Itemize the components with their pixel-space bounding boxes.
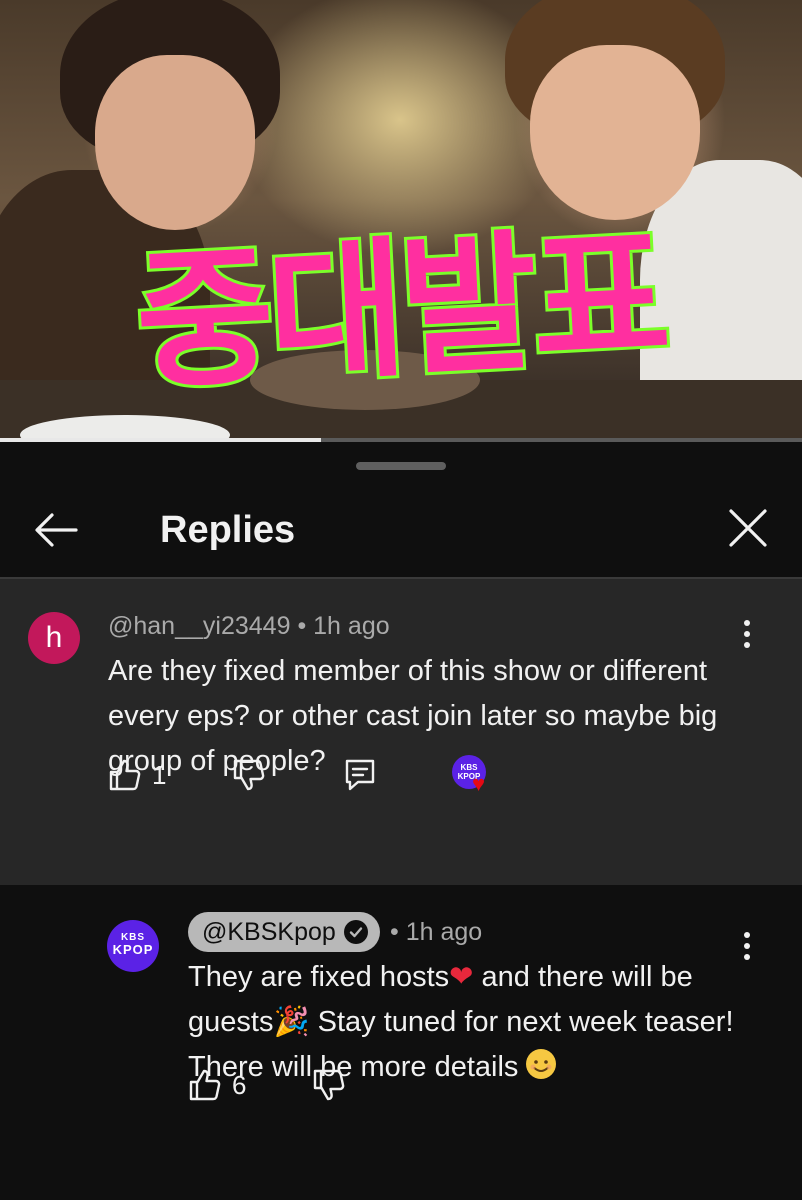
video-person-left-face	[95, 55, 255, 230]
close-button[interactable]	[720, 500, 776, 556]
reply-author: @KBSKpop	[202, 917, 336, 946]
heart-emoji-icon: ❤	[449, 961, 474, 993]
thumb-down-icon	[234, 759, 265, 791]
like-button[interactable]	[108, 758, 142, 792]
thumb-up-icon	[189, 1069, 221, 1101]
channel-author-chip[interactable]: @KBSKpop	[188, 912, 380, 952]
video-person-right-face	[530, 45, 700, 220]
video-overlay-title: 중대발표	[129, 206, 671, 413]
thumb-up-icon	[109, 759, 141, 791]
reply-actions: 6	[188, 1065, 346, 1105]
like-count: 1	[152, 759, 167, 790]
more-vert-icon	[744, 932, 750, 938]
close-icon	[729, 509, 767, 547]
smiling-face-emoji-icon	[526, 1049, 557, 1079]
creator-heart-badge: KBS KPOP ♥	[452, 755, 496, 799]
sheet-drag-handle[interactable]	[356, 462, 446, 470]
comment-meta: @han__yi23449 • 1h ago	[108, 609, 390, 643]
reply-meta: • 1h ago	[390, 915, 482, 949]
dislike-button[interactable]	[312, 1068, 346, 1102]
avatar-line1: KBS	[120, 932, 146, 943]
replies-sheet: Replies h @han__yi23449 • 1h ago Are the…	[0, 442, 802, 1200]
more-vert-dot	[744, 631, 750, 637]
video-player[interactable]: 중대발표	[0, 0, 802, 442]
sheet-title: Replies	[160, 509, 296, 551]
comment-time: 1h ago	[313, 612, 390, 640]
more-vert-dot	[744, 642, 750, 648]
meta-separator: •	[390, 918, 399, 946]
reply-time: 1h ago	[405, 918, 483, 946]
arrow-left-icon	[35, 513, 78, 547]
dislike-button[interactable]	[232, 758, 266, 792]
comment-actions: 1	[108, 755, 376, 795]
reply-text-part1: They are fixed hosts	[188, 961, 450, 993]
avatar[interactable]: KBS KPOP	[107, 920, 159, 972]
comment-author[interactable]: @han__yi23449	[108, 612, 290, 640]
like-button[interactable]	[188, 1068, 222, 1102]
reply-comment: KBS KPOP @KBSKpop • 1h ago They are fixe…	[0, 885, 802, 1200]
like-count: 6	[232, 1069, 247, 1100]
avatar-line2: KPOP	[112, 942, 154, 957]
reply-comment-icon	[346, 759, 375, 791]
meta-separator: •	[297, 612, 307, 640]
sheet-header: Replies	[0, 482, 802, 578]
verified-check-icon	[343, 920, 368, 944]
more-vert-dot	[744, 943, 750, 949]
avatar[interactable]: h	[28, 612, 80, 664]
creator-heart-icon: ♥	[472, 771, 486, 796]
party-popper-emoji-icon: 🎉	[273, 1006, 310, 1038]
back-button[interactable]	[28, 502, 84, 558]
parent-comment: h @han__yi23449 • 1h ago Are they fixed …	[0, 579, 802, 885]
more-vert-icon	[744, 620, 750, 626]
reply-button[interactable]	[344, 758, 376, 792]
thumb-down-icon	[314, 1069, 345, 1101]
